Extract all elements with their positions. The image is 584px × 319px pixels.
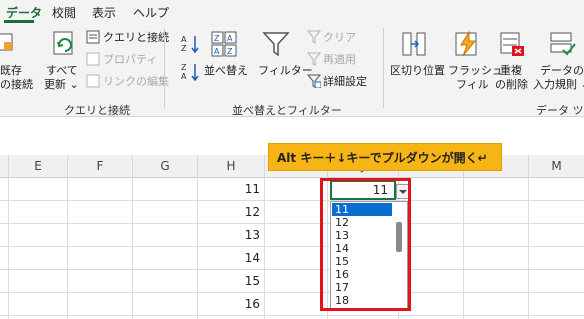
flash-fill-label-1[interactable]: フラッシュ <box>448 64 503 77</box>
cell-h-value[interactable]: 14 <box>220 251 260 265</box>
active-tab-indicator <box>4 20 34 23</box>
filter-button[interactable]: フィルター <box>258 64 313 77</box>
cell-h-value[interactable]: 12 <box>220 205 260 219</box>
advanced-filter-icon[interactable] <box>307 74 321 88</box>
refresh-all-icon[interactable] <box>50 30 78 58</box>
shortcut-tooltip: Alt キー＋↓キーでプルダウンが開く↵ <box>268 143 502 171</box>
grid-line <box>264 177 265 319</box>
tab-help[interactable]: ヘルプ <box>133 4 169 21</box>
grid-line <box>0 200 584 201</box>
data-validation-icon[interactable] <box>548 30 576 58</box>
clear-filter-icon <box>307 30 321 44</box>
group-label-sort-filter: 並べ替えとフィルター <box>232 104 342 117</box>
grid-line <box>528 177 529 319</box>
grid-line <box>8 177 9 319</box>
queries-connections-button[interactable]: クエリと接続 <box>103 31 169 44</box>
existing-connections-label-2[interactable]: の接続 <box>0 78 33 91</box>
cell-h-value[interactable]: 16 <box>220 297 260 311</box>
refresh-all-label-2[interactable]: 更新 ⌄ <box>44 78 79 91</box>
grid-line <box>67 177 68 319</box>
column-header-f[interactable]: F <box>68 155 133 177</box>
remove-duplicates-label-1[interactable]: 重複 <box>500 64 522 77</box>
remove-duplicates-icon[interactable] <box>498 30 526 58</box>
svg-text:Z: Z <box>214 34 220 43</box>
grid-line <box>0 223 584 224</box>
sort-button[interactable]: 並べ替え <box>204 64 248 77</box>
ribbon-tab-bar: データ 校閲 表示 ヘルプ <box>0 0 584 24</box>
tab-data[interactable]: データ <box>6 4 42 21</box>
svg-text:Z: Z <box>181 44 187 53</box>
flash-fill-label-2[interactable]: フィル <box>456 78 489 91</box>
column-header-e[interactable]: E <box>9 155 68 177</box>
grid-line <box>0 269 584 270</box>
text-to-columns-icon[interactable] <box>400 30 428 58</box>
svg-text:A: A <box>181 72 187 81</box>
flash-fill-icon[interactable] <box>453 30 481 58</box>
cell-h-value[interactable]: 11 <box>220 182 260 196</box>
grid-line <box>132 177 133 319</box>
cell-h-value[interactable]: 15 <box>220 274 260 288</box>
grid-line <box>0 292 584 293</box>
text-to-columns-button[interactable]: 区切り位置 <box>390 64 445 77</box>
svg-text:Z: Z <box>181 63 187 72</box>
ribbon: 既存 の接続 すべて 更新 ⌄ クエリと接続 プロパティ リンクの編集 クエリと… <box>0 24 584 117</box>
edit-links-button[interactable]: リンクの編集 <box>103 75 169 88</box>
column-header-partial[interactable] <box>0 155 9 177</box>
reapply-icon <box>307 52 321 66</box>
sort-descending-icon[interactable]: ZA <box>180 62 200 82</box>
column-header-g[interactable]: G <box>133 155 198 177</box>
properties-button[interactable]: プロパティ <box>103 53 157 66</box>
grid-line <box>0 246 584 247</box>
column-header-m[interactable]: M <box>529 155 584 177</box>
svg-text:A: A <box>227 34 233 43</box>
sort-ascending-icon[interactable]: AZ <box>180 34 200 54</box>
reapply-button[interactable]: 再適用 <box>323 53 356 66</box>
group-divider <box>383 28 384 108</box>
group-divider <box>164 28 165 108</box>
group-label-data-tools: データ ツ <box>536 104 584 117</box>
svg-text:A: A <box>181 35 187 44</box>
svg-text:Z: Z <box>227 47 233 56</box>
column-header-h[interactable]: H <box>198 155 265 177</box>
queries-connections-icon[interactable] <box>86 30 100 44</box>
tab-review[interactable]: 校閲 <box>52 4 76 21</box>
data-validation-label-2[interactable]: 入力規則 ⌄ <box>533 78 584 91</box>
existing-connections-icon[interactable] <box>0 32 14 54</box>
svg-text:A: A <box>214 47 220 56</box>
advanced-filter-button[interactable]: 詳細設定 <box>323 75 367 88</box>
sort-icon[interactable]: ZAAZ <box>210 30 238 58</box>
tooltip-text: Alt キー＋↓キーでプルダウンが開く↵ <box>277 151 488 165</box>
worksheet-grid[interactable]: 11 12 13 14 15 16 <box>0 177 584 319</box>
tab-view[interactable]: 表示 <box>92 4 116 21</box>
data-validation-label-1[interactable]: データの <box>540 64 584 77</box>
remove-duplicates-label-2[interactable]: の削除 <box>495 78 528 91</box>
grid-line <box>463 177 464 319</box>
group-label-queries: クエリと接続 <box>64 104 130 117</box>
existing-connections-label-1[interactable]: 既存 <box>0 64 22 77</box>
filter-icon[interactable] <box>262 30 290 58</box>
highlight-frame <box>320 178 411 311</box>
clear-filter-button[interactable]: クリア <box>323 31 356 44</box>
grid-line <box>0 315 584 316</box>
grid-line <box>197 177 198 319</box>
edit-links-icon <box>86 74 100 88</box>
refresh-all-label-1[interactable]: すべて <box>46 64 78 77</box>
properties-icon <box>86 52 100 66</box>
cell-h-value[interactable]: 13 <box>220 228 260 242</box>
